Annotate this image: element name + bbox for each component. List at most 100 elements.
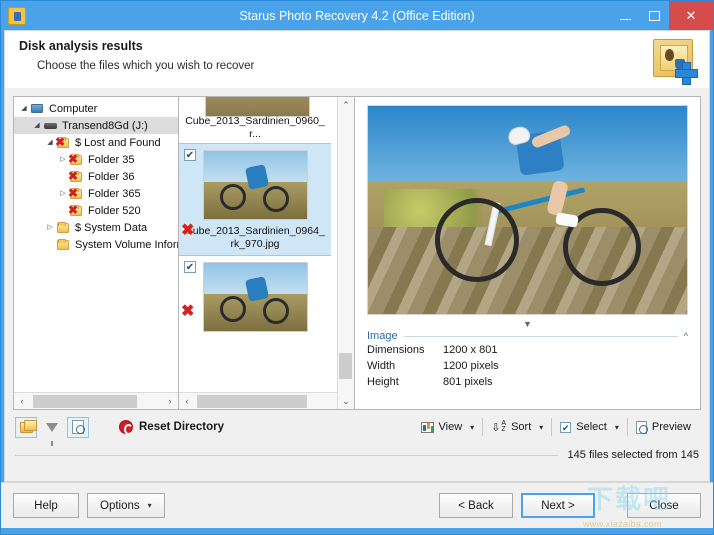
close-dialog-button[interactable]: Close [627,493,701,518]
filter-funnel-icon[interactable] [41,417,63,446]
actions-toolbar: Reset Directory View ▾ ⇩ A Z Sort ▾ ✔ Sele… [5,410,709,446]
folder-icon: ✖ [68,151,84,167]
image-section-header[interactable]: Image ^ [367,330,688,342]
preview-panel: ▼ Image ^ Dimensions 1200 x 801 Width 1200 … [355,96,701,410]
image-property-key: Height [367,376,399,388]
image-properties-list: Dimensions 1200 x 801 Width 1200 pixels Heig… [367,342,688,390]
tree-scroll-track[interactable] [29,394,163,408]
thumbnail-checkbox[interactable]: ✔ [184,261,196,273]
view-label: View [438,421,463,433]
select-button[interactable]: ✔ Select ▾ [552,421,627,433]
image-property-value: 1200 x 801 [443,344,498,356]
preview-collapse-toggle[interactable]: ▼ [361,319,694,330]
folder-icon: ✖ [68,204,84,218]
thumbnail-vertical-scrollbar[interactable]: ⌃ ⌄ [337,97,354,409]
toolbar-right-group: View ▾ ⇩ A Z Sort ▾ ✔ Select ▾ Preview [413,418,699,436]
thumbnail-scroll-thumb[interactable] [339,353,352,379]
preview-label: Preview [651,421,691,433]
thumbnail-item[interactable]: ✔ ✖ [179,256,331,336]
status-divider [15,454,558,456]
document-search-icon[interactable] [67,416,89,438]
folder-icon: ✖ [68,168,84,184]
back-button[interactable]: < Back [439,493,513,518]
thumbnail-checkbox[interactable]: ✔ [184,149,196,161]
image-property-row: Width 1200 pixels [367,358,688,374]
tree-item-label: System Volume Inforr [75,238,178,251]
options-label: Options [100,499,140,512]
tree-item[interactable]: ◢ ✖ $ Lost and Found [14,134,178,151]
tree-item[interactable]: ✖ Folder 36 [14,168,178,185]
scroll-up-icon[interactable]: ⌃ [342,97,350,113]
sort-button[interactable]: ⇩ A Z Sort ▾ [483,420,551,434]
folder-tree-panel: ◢ Computer ◢ Transend8Gd (J:) ◢ ✖ $ Lost and F… [13,96,179,410]
status-bar: 145 files selected from 145 [5,444,709,466]
scroll-left-icon[interactable]: ‹ [15,396,29,406]
preview-image [367,105,688,315]
image-property-key: Dimensions [367,344,425,356]
tree-horizontal-scrollbar[interactable]: ‹ › [14,392,178,409]
folder-icon: ✖ [68,185,84,201]
tree-item-label: $ Lost and Found [75,136,161,149]
image-property-value: 1200 pixels [443,360,499,372]
window-bottom-border [1,528,713,534]
tree-item-label: Folder 365 [88,187,141,200]
damaged-marker-icon: ✖ [181,222,195,239]
preview-button[interactable]: Preview [628,420,699,434]
scroll-down-icon[interactable]: ⌄ [342,393,350,409]
options-button[interactable]: Options ▾ [87,493,165,518]
tree-item-label: Folder 35 [88,153,135,166]
chevron-down-icon[interactable]: ▾ [470,423,474,432]
scroll-left-icon[interactable]: ‹ [180,396,194,406]
folder-icon [56,221,71,235]
tree-item[interactable]: System Volume Inforr [14,236,178,253]
image-property-row: Height 801 pixels [367,374,688,390]
computer-icon [30,102,45,116]
thumbnail-list[interactable]: Cube_2013_Sardinien_0960_r... ✔ ✖ Cube_2013… [179,97,331,392]
damaged-marker-icon: ✖ [68,151,79,166]
chevron-up-icon[interactable]: ^ [684,331,688,341]
tree-scroll-thumb[interactable] [33,394,137,408]
image-property-value: 801 pixels [443,376,493,388]
folders-icon[interactable] [15,416,37,438]
tree-item[interactable]: ◢ Transend8Gd (J:) [14,117,178,134]
thumbnail-filename: Cube_2013_Sardinien_0960_r... [185,115,325,140]
reset-directory-label: Reset Directory [139,421,225,433]
thumbnail-horizontal-scrollbar[interactable]: ‹ › [179,392,354,409]
chevron-down-icon[interactable]: ◢ [18,100,30,117]
image-property-row: Dimensions 1200 x 801 [367,342,688,358]
tree-item[interactable]: ▷ ✖ Folder 35 [14,151,178,168]
damaged-marker-icon: ✖ [181,303,195,320]
view-icon [420,421,434,433]
folder-tree[interactable]: ◢ Computer ◢ Transend8Gd (J:) ◢ ✖ $ Lost and F… [14,97,178,392]
image-property-key: Width [367,360,396,372]
thumbnail-hscroll-thumb[interactable] [197,394,307,408]
chevron-right-icon[interactable]: ▷ [44,219,56,236]
folder-icon [56,238,71,252]
sort-label: Sort [511,421,532,433]
page-subtitle: Choose the files which you wish to recov… [37,60,255,72]
chevron-down-icon[interactable]: ◢ [31,117,43,134]
help-button[interactable]: Help [13,493,79,518]
tree-item[interactable]: ◢ Computer [14,100,178,117]
damaged-marker-icon: ✖ [68,185,79,200]
tree-item[interactable]: ✖ Folder 520 [14,202,178,219]
scroll-right-icon[interactable]: › [163,396,177,406]
tree-item[interactable]: ▷ $ System Data [14,219,178,236]
tree-item[interactable]: ▷ ✖ Folder 365 [14,185,178,202]
page-header: Disk analysis results Choose the files w… [4,30,710,88]
chevron-down-icon[interactable]: ▾ [615,423,619,432]
chevron-down-icon[interactable]: ▾ [539,423,543,432]
thumbnail-scroll-track[interactable] [194,394,339,408]
thumbnail-filename: Cube_2013_Sardinien_0964_rk_970.jpg [185,225,325,250]
footer-right-group: < Back Next > Close [439,493,701,518]
damaged-marker-icon: ✖ [68,168,79,183]
thumbnail-item[interactable]: ✔ ✖ Cube_2013_Sardinien_0964_rk_970.jpg [179,143,331,256]
window-title: Starus Photo Recovery 4.2 (Office Editio… [239,8,475,23]
view-button[interactable]: View ▾ [413,421,483,433]
reset-directory-button[interactable]: Reset Directory [119,420,225,435]
thumbnail-item[interactable]: Cube_2013_Sardinien_0960_r... [179,97,331,143]
next-button[interactable]: Next > [521,493,595,518]
application-window: Starus Photo Recovery 4.2 (Office Editio… [0,0,714,535]
photo-recovery-icon [647,35,698,85]
folder-icon: ✖ [55,136,71,150]
